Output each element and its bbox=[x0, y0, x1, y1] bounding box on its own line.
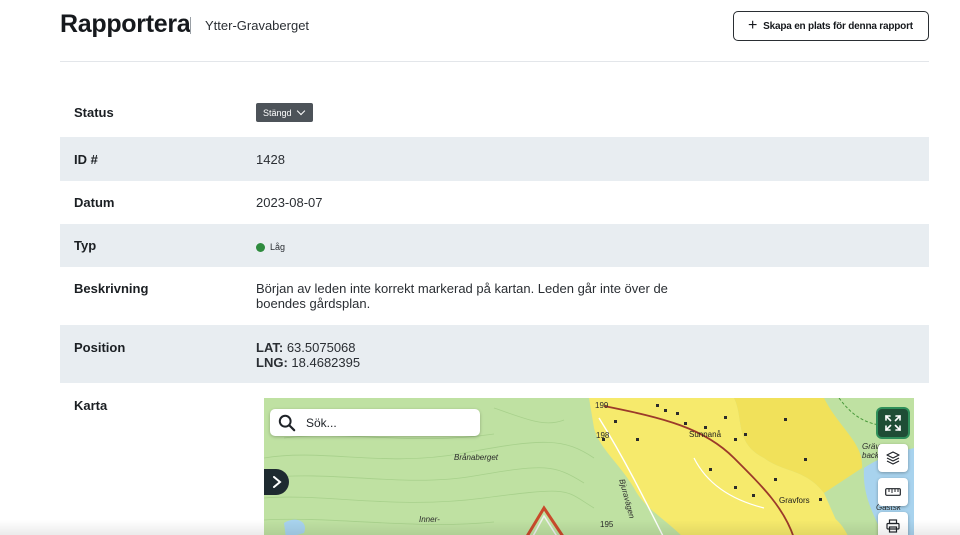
status-row: Status Stängd bbox=[60, 91, 929, 137]
app-title: Rapportera bbox=[60, 10, 191, 38]
plus-icon: + bbox=[748, 17, 758, 34]
map-place-sunnana: Sunnanå bbox=[689, 430, 722, 439]
type-status-dot bbox=[256, 243, 265, 253]
chevron-right-icon bbox=[272, 476, 282, 488]
search-icon bbox=[278, 414, 296, 431]
header-divider bbox=[190, 17, 191, 34]
date-label: Datum bbox=[74, 195, 115, 210]
map-place-branaberget: Brånaberget bbox=[454, 453, 499, 462]
description-row: Beskrivning Början av leden inte korrekt… bbox=[60, 267, 929, 325]
map-view[interactable]: Brånaberget Sunnanå Gravfors Inner- Bjur… bbox=[264, 398, 914, 535]
map-route-marker bbox=[526, 505, 564, 535]
type-text: Låg bbox=[270, 242, 286, 253]
position-label: Position bbox=[74, 340, 126, 355]
map-panel-toggle[interactable] bbox=[264, 469, 289, 495]
longitude-label: LNG: bbox=[256, 355, 288, 370]
position-row: Position LAT: 63.5075068 LNG: 18.4682395 bbox=[60, 325, 929, 383]
id-label: ID # bbox=[74, 152, 98, 167]
latitude-value: 63.5075068 bbox=[286, 340, 356, 355]
longitude-line: LNG: 18.4682395 bbox=[256, 355, 360, 370]
map-lake bbox=[284, 519, 305, 535]
map-number-199: 199 bbox=[595, 401, 609, 410]
latitude-line: LAT: 63.5075068 bbox=[256, 340, 360, 355]
date-value: 2023-08-07 bbox=[256, 195, 323, 210]
longitude-value: 18.4682395 bbox=[291, 355, 361, 370]
latitude-label: LAT: bbox=[256, 340, 284, 355]
layers-icon bbox=[886, 451, 900, 465]
status-label: Status bbox=[74, 105, 114, 120]
map-place-gravfors: Gravfors bbox=[779, 496, 810, 505]
site-name: Ytter-Gravaberget bbox=[205, 18, 310, 33]
ruler-icon bbox=[885, 488, 901, 496]
map-search-placeholder: Sök... bbox=[306, 415, 337, 430]
date-row: Datum 2023-08-07 bbox=[60, 181, 929, 224]
fullscreen-icon bbox=[885, 415, 901, 431]
create-place-button[interactable]: + Skapa en plats för denna rapport bbox=[733, 11, 929, 41]
description-value: Början av leden inte korrekt markerad på… bbox=[256, 281, 668, 311]
map-label: Karta bbox=[74, 398, 108, 413]
map-number-198: 198 bbox=[596, 431, 610, 440]
page-header: Rapportera Ytter-Gravaberget + Skapa en … bbox=[60, 0, 929, 62]
type-label: Typ bbox=[74, 238, 97, 253]
fullscreen-button[interactable] bbox=[878, 409, 908, 437]
print-button[interactable] bbox=[878, 512, 908, 535]
id-row: ID # 1428 bbox=[60, 137, 929, 181]
id-value: 1428 bbox=[256, 152, 285, 167]
map-place-inner: Inner- bbox=[419, 515, 440, 524]
chevron-down-icon bbox=[296, 106, 305, 116]
map-number-195: 195 bbox=[600, 520, 614, 529]
layers-button[interactable] bbox=[878, 444, 908, 472]
type-row: Typ Låg bbox=[60, 224, 929, 267]
create-place-button-label: Skapa en plats för denna rapport bbox=[763, 20, 913, 32]
print-icon bbox=[886, 519, 900, 533]
type-value: Låg bbox=[256, 239, 285, 255]
map-search-bar[interactable]: Sök... bbox=[270, 409, 480, 436]
status-value: Stängd bbox=[263, 107, 292, 118]
status-select[interactable]: Stängd bbox=[256, 103, 313, 122]
position-value: LAT: 63.5075068 LNG: 18.4682395 bbox=[256, 340, 360, 370]
description-label: Beskrivning bbox=[74, 281, 149, 296]
measure-button[interactable] bbox=[878, 478, 908, 506]
